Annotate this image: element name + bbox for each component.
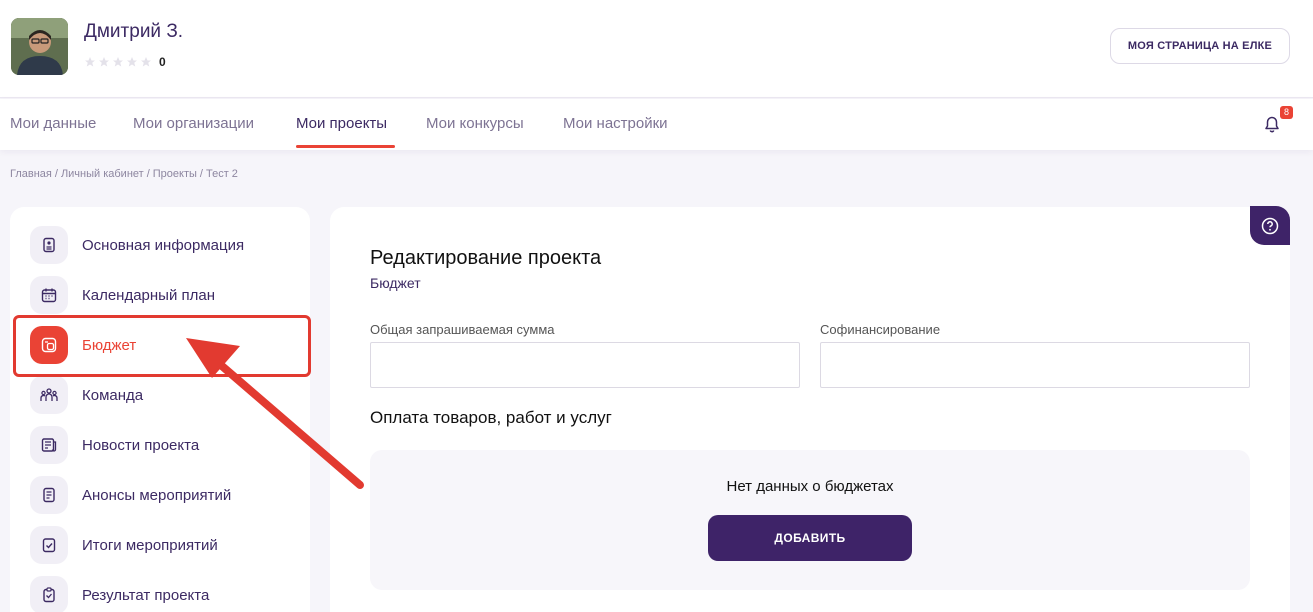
document-icon [30,226,68,264]
bell-icon [1265,116,1279,132]
payments-section-title: Оплата товаров, работ и услуг [370,408,612,427]
tab-my-data[interactable]: Мои данные [10,115,96,132]
sidebar-item-news[interactable]: Новости проекта [30,425,199,465]
tab-my-contests[interactable]: Мои конкурсы [426,115,524,132]
sidebar-item-label: Результат проекта [82,586,210,604]
sidebar-item-main-info[interactable]: Основная информация [30,225,244,265]
breadcrumb-current: Тест 2 [205,168,238,180]
add-budget-button[interactable]: ДОБАВИТЬ [708,515,912,561]
breadcrumb-projects[interactable]: Проекты [153,168,197,180]
star-icon [141,57,151,67]
notifications-badge: 8 [1280,106,1293,119]
sidebar-item-label: Анонсы мероприятий [82,486,232,504]
tab-my-settings[interactable]: Мои настройки [563,115,668,132]
sidebar-item-event-results[interactable]: Итоги мероприятий [30,525,218,565]
star-icon [85,57,95,67]
my-page-button[interactable]: МОЯ СТРАНИЦА НА ЕЛКЕ [1110,28,1290,64]
team-icon [30,376,68,414]
sidebar-item-label: Новости проекта [82,436,200,454]
avatar[interactable] [11,18,68,75]
star-icon [99,57,109,67]
cofinancing-label: Софинансирование [820,322,941,337]
sidebar-item-announcements[interactable]: Анонсы мероприятий [30,475,231,515]
sidebar-item-label: Основная информация [82,236,245,254]
main-nav: Мои данные Мои организации Мои проекты М… [0,99,1313,150]
calendar-icon [30,276,68,314]
cofinancing-input[interactable] [820,342,1250,388]
star-icon [113,57,123,67]
sidebar-item-team[interactable]: Команда [30,375,143,415]
sidebar-item-label: Календарный план [82,286,216,304]
budget-empty-state: Нет данных о бюджетах ДОБАВИТЬ [370,450,1250,590]
news-icon [30,426,68,464]
annotation-highlight-box [13,315,311,377]
tab-my-projects[interactable]: Мои проекты [296,115,387,132]
user-rating: 0 [84,55,166,69]
sidebar-item-calendar[interactable]: Календарный план [30,275,215,315]
result-icon [30,576,68,612]
rating-value: 0 [159,55,166,69]
empty-message: Нет данных о бюджетах [726,478,894,495]
requested-sum-label: Общая запрашиваемая сумма [370,322,555,337]
profile-header: Дмитрий З. 0 МОЯ СТРАНИЦА НА ЕЛКЕ [0,0,1313,98]
requested-sum-input[interactable] [370,342,800,388]
active-tab-indicator [296,145,395,148]
star-icon [127,57,137,67]
announcement-icon [30,476,68,514]
breadcrumb-cabinet[interactable]: Личный кабинет [61,168,144,180]
tab-my-organizations[interactable]: Мои организации [133,115,254,132]
page-title: Редактирование проекта [370,247,602,269]
user-name: Дмитрий З. [84,21,184,42]
question-icon [1261,217,1279,234]
sidebar-item-label: Команда [82,386,144,404]
sidebar-item-label: Итоги мероприятий [82,536,218,554]
checklist-icon [30,526,68,564]
breadcrumb: Главная / Личный кабинет / Проекты / Тест 2 [10,168,238,180]
breadcrumb-home[interactable]: Главная [10,168,52,180]
help-button[interactable] [1250,206,1290,245]
sidebar-item-project-result[interactable]: Результат проекта [30,575,209,612]
page-subtitle: Бюджет [370,275,421,291]
